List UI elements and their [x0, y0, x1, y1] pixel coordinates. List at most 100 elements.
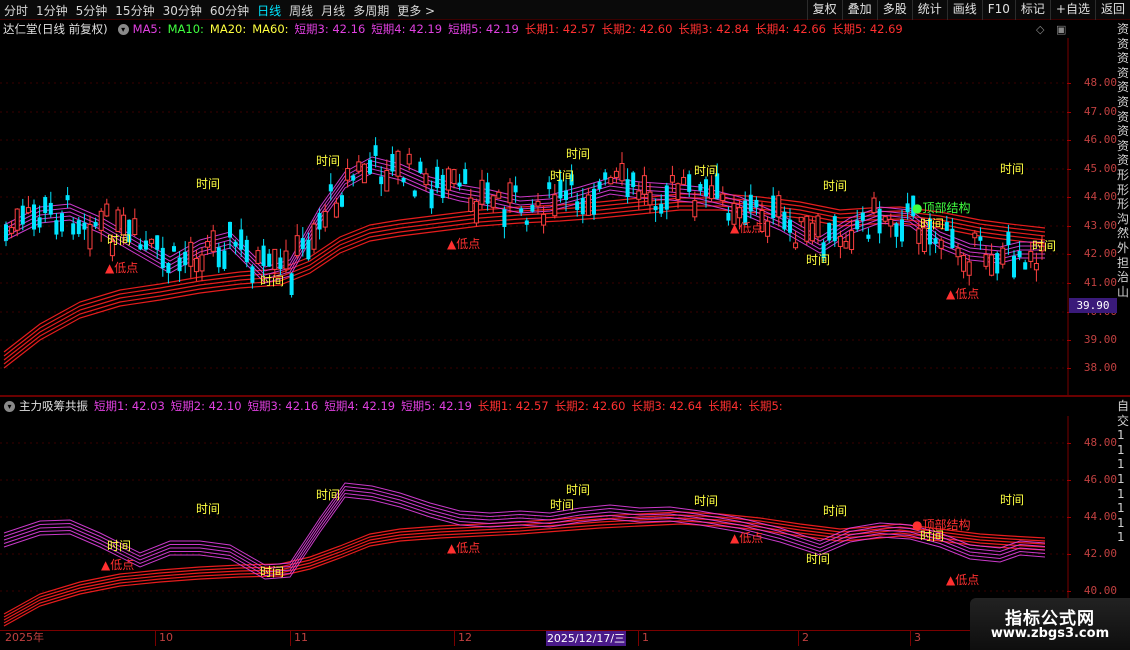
tab-multi-period[interactable]: 多周期 — [349, 2, 393, 19]
low-point-signal: ▲低点 — [447, 237, 480, 251]
time-signal: 时间 — [107, 233, 131, 247]
side-glyph: 1 — [1117, 486, 1125, 501]
candlestick-chart[interactable]: 时间时间时间时间 时间时间 时间时间时间时间时间时间▲低点▲低点▲低点▲低点●顶部结… — [0, 38, 1069, 395]
long4-value: 长期4: 42.66 — [755, 22, 826, 36]
long3-value: 长期3: 42.84 — [678, 22, 750, 36]
candle-body — [250, 266, 255, 283]
tab-30min[interactable]: 30分钟 — [159, 2, 206, 19]
candle-body — [37, 217, 42, 228]
candle-body — [351, 175, 356, 181]
diamond-icon[interactable]: ◇ — [1036, 23, 1044, 36]
candle-body — [278, 257, 283, 270]
candle-body — [121, 214, 127, 236]
low-point-signal: ▲低点 — [730, 221, 763, 235]
candle-body — [692, 200, 698, 218]
candle-body — [681, 176, 687, 185]
candle-body — [54, 220, 59, 235]
current-price-flag: 39.90 — [1069, 298, 1117, 313]
candle-body — [333, 202, 339, 218]
candle-body — [210, 230, 216, 252]
side-info-strip-lower[interactable]: 自 交 1 1 1 1 1 1 1 1 — [1117, 399, 1130, 549]
tab-monthly[interactable]: 月线 — [317, 2, 349, 19]
candle-body — [866, 234, 871, 239]
indicator-toggle-icon[interactable]: ▾ — [117, 23, 129, 35]
add-favorite-button[interactable]: +自选 — [1049, 0, 1095, 20]
candle-body — [592, 188, 596, 215]
restore-rights-button[interactable]: 复权 — [806, 0, 842, 20]
short1-value: 短期1: 42.03 — [94, 399, 165, 413]
candle-body — [429, 189, 434, 209]
candle-body — [283, 250, 289, 270]
statistics-button[interactable]: 统计 — [911, 0, 947, 20]
date-label: 12 — [454, 631, 472, 646]
mark-button[interactable]: 标记 — [1014, 0, 1050, 20]
candle-body — [93, 221, 98, 227]
candle-body — [473, 200, 479, 224]
candle-body — [877, 208, 882, 234]
indicator-toggle-icon[interactable]: ▾ — [4, 400, 15, 412]
candle-body — [687, 174, 692, 192]
tab-1min[interactable]: 1分钟 — [32, 2, 72, 19]
indicator-chart[interactable]: 时间时间时间时间 时间时间 时间时间时间时间时间▲低点▲低点▲低点▲低点●顶部结构 — [0, 416, 1069, 630]
candle-body — [373, 145, 378, 156]
period-toolbar: 分时 1分钟 5分钟 15分钟 30分钟 60分钟 日线 周线 月线 多周期 更… — [0, 0, 1130, 20]
axis-tick: 41.00 — [1067, 276, 1117, 289]
candle-body — [782, 211, 787, 230]
candle-body — [1006, 231, 1011, 246]
tab-15min[interactable]: 15分钟 — [111, 2, 158, 19]
tab-weekly[interactable]: 周线 — [285, 2, 317, 19]
date-label: 2 — [798, 631, 809, 646]
short2-value: 短期2: 42.10 — [170, 399, 242, 413]
candle-body — [871, 197, 877, 214]
low-point-signal: ▲低点 — [946, 573, 979, 587]
candle-body — [950, 228, 955, 249]
long3-value: 长期3: 42.64 — [631, 399, 703, 413]
tab-more[interactable]: 更多 > — [393, 2, 439, 19]
candle-body — [289, 273, 294, 295]
tab-5min[interactable]: 5分钟 — [72, 2, 112, 19]
tab-60min[interactable]: 60分钟 — [206, 2, 253, 19]
candle-body — [978, 236, 983, 241]
side-glyph: 资 — [1117, 94, 1130, 109]
candle-body — [412, 190, 417, 197]
tab-daily[interactable]: 日线 — [253, 2, 285, 19]
short-term-line — [3, 492, 1046, 577]
candle-body — [552, 194, 558, 217]
candle-body — [418, 161, 423, 173]
indicator-title[interactable]: 主力吸筹共振 — [19, 398, 88, 414]
tab-minute-realtime[interactable]: 分时 — [0, 2, 32, 19]
candle-body — [317, 213, 322, 230]
side-glyph: 1 — [1117, 501, 1125, 516]
side-info-strip[interactable]: 资 资 资 资 资 资 资 资 资 资 形 形 形 沟 然 外 担 治 山 — [1117, 22, 1130, 394]
side-glyph: 资 — [1117, 124, 1130, 139]
draw-line-button[interactable]: 画线 — [946, 0, 982, 20]
candle-body — [423, 173, 429, 186]
back-button[interactable]: 返回 — [1094, 0, 1130, 20]
candle-body — [98, 210, 104, 231]
f10-button[interactable]: F10 — [981, 0, 1015, 20]
side-glyph: 资 — [1117, 109, 1130, 124]
window-icon[interactable]: ▣ — [1056, 23, 1066, 36]
candle-body — [261, 245, 266, 266]
overlay-button[interactable]: 叠加 — [841, 0, 877, 20]
candle-body — [328, 184, 333, 192]
candle-body — [972, 232, 978, 239]
candle-body — [860, 212, 865, 221]
multi-stock-button[interactable]: 多股 — [876, 0, 912, 20]
panel-corner-icons: ◇ ▣ — [1036, 23, 1066, 36]
selected-date: 2025/12/17/三 — [546, 631, 626, 646]
candle-body — [754, 199, 759, 208]
candle-body — [849, 230, 855, 251]
candle-body — [524, 220, 529, 225]
stock-title[interactable]: 达仁堂(日线 前复权) — [3, 21, 108, 37]
main-legend: 达仁堂(日线 前复权) ▾ MA5: MA10: MA20: MA60: 短期3… — [0, 20, 909, 38]
candle-body — [4, 224, 8, 241]
short5-value: 短期5: 42.19 — [401, 399, 472, 413]
candle-body — [547, 182, 552, 190]
candle-body — [368, 159, 372, 174]
short4-value: 短期4: 42.19 — [371, 22, 443, 36]
low-point-signal: ▲低点 — [447, 541, 480, 555]
short-term-line — [3, 496, 1046, 580]
candle-body — [322, 210, 328, 228]
candle-body — [9, 227, 15, 234]
